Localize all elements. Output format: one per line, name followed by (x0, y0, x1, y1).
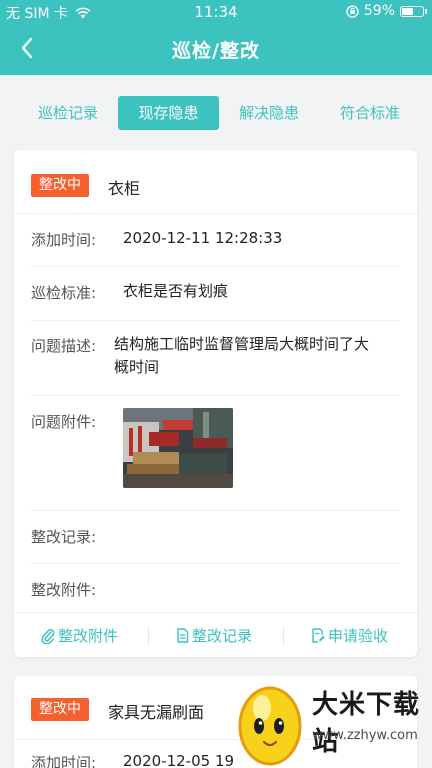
description-line-2: 概时间 (114, 358, 160, 376)
add-time-value: 2020-12-11 12:28:33 (123, 229, 283, 247)
document-icon (177, 628, 189, 643)
attachment-label: 问题附件: (31, 413, 97, 431)
add-time-row: 添加时间: 2020-12-11 12:28:33 (31, 214, 400, 267)
tab-resolved-hazards[interactable]: 解决隐患 (226, 96, 312, 130)
status-bar: 无 SIM 卡 11:34 59% (0, 0, 432, 24)
watermark-name: 大米下载站 (312, 690, 421, 757)
action-divider (283, 627, 284, 645)
rectify-record-button-label: 整改记录 (192, 627, 253, 645)
rectify-attachment-button[interactable]: 整改附件 (41, 625, 118, 646)
edit-document-icon (312, 628, 325, 643)
battery-percent: 59% (363, 3, 395, 19)
add-time-value: 2020-12-05 19 (123, 752, 235, 768)
status-right: 59% (346, 3, 427, 19)
watermark-url: www.zzhyw.com (312, 728, 418, 743)
card-actions: 整改附件 整改记录 申请验收 (14, 612, 417, 657)
card-header: 整改中 衣柜 (14, 150, 417, 214)
rectify-record-row: 整改记录: (31, 511, 400, 564)
room-photo-icon (123, 408, 233, 488)
page-title: 巡检/整改 (172, 40, 260, 62)
battery-fill (402, 7, 413, 15)
top-bar: 无 SIM 卡 11:34 59% 巡检/整改 (0, 0, 432, 75)
paperclip-icon (41, 628, 55, 644)
orientation-lock-icon (346, 4, 359, 18)
egg-mascot-icon (238, 686, 302, 766)
description-line-1: 结构施工临时监督管理局大概时间了大 (114, 335, 370, 353)
hazard-name: 衣柜 (108, 179, 141, 198)
tab-compliant-standards[interactable]: 符合标准 (326, 96, 414, 130)
watermark: 大米下载站 www.zzhyw.com (228, 678, 432, 768)
battery-icon (400, 5, 427, 17)
description-row: 问题描述: 结构施工临时监督管理局大概时间了大 概时间 (31, 321, 400, 396)
description-label: 问题描述: (31, 337, 97, 355)
hazard-card[interactable]: 整改中 衣柜 添加时间: 2020-12-11 12:28:33 巡检标准: 衣… (14, 150, 417, 657)
standard-row: 巡检标准: 衣柜是否有划痕 (31, 267, 400, 321)
tab-current-hazards[interactable]: 现存隐患 (118, 96, 219, 130)
apply-acceptance-button[interactable]: 申请验收 (311, 625, 388, 646)
status-badge: 整改中 (31, 174, 89, 197)
hazard-name: 家具无漏刷面 (108, 703, 205, 722)
action-divider (148, 627, 149, 645)
standard-value: 衣柜是否有划痕 (123, 282, 229, 300)
status-badge: 整改中 (31, 698, 89, 721)
rectify-attachment-button-label: 整改附件 (58, 627, 119, 645)
tab-bar: 巡检记录 现存隐患 解决隐患 符合标准 (0, 75, 432, 147)
attachment-thumbnail[interactable] (123, 408, 233, 488)
rectify-record-button[interactable]: 整改记录 (176, 625, 252, 646)
tab-inspection-records[interactable]: 巡检记录 (24, 96, 112, 130)
add-time-label: 添加时间: (31, 754, 97, 768)
add-time-label: 添加时间: (31, 231, 97, 249)
rectify-attachment-label: 整改附件: (31, 581, 97, 599)
apply-acceptance-button-label: 申请验收 (328, 627, 389, 645)
rectify-attachment-row: 整改附件: (31, 564, 400, 612)
standard-label: 巡检标准: (31, 284, 97, 302)
rectify-record-label: 整改记录: (31, 528, 97, 546)
nav-bar: 巡检/整改 (0, 26, 432, 70)
